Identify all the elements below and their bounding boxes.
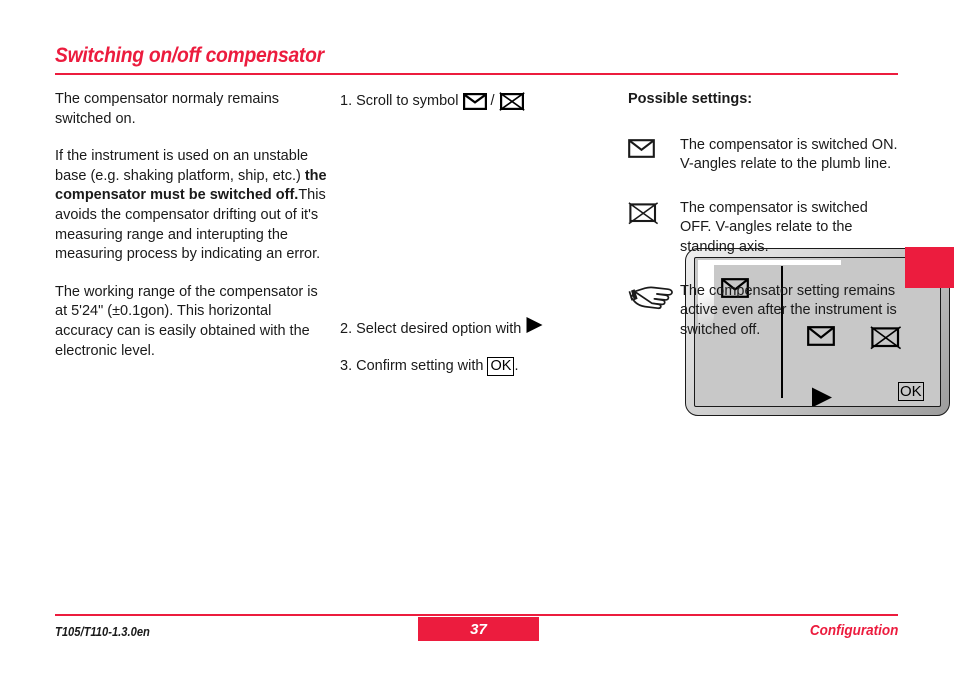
setting-text-note: The compensator setting remains active e… — [680, 282, 897, 338]
screen-ok-key[interactable]: OK — [898, 382, 924, 401]
setting-row-compensator-on: The compensator is switched ON. V-angles… — [628, 136, 900, 175]
setting-row-note: The compensator setting remains active e… — [628, 282, 900, 341]
step-3-number: 3. — [340, 358, 353, 374]
paragraph-intro: The compensator normaly remains switched… — [55, 91, 280, 127]
step-3-suffix: . — [514, 358, 519, 374]
pointing-hand-icon — [628, 282, 680, 320]
step-3-confirm-setting: 3. Confirm setting with OK . — [340, 355, 620, 377]
compensator-on-icon — [628, 136, 680, 165]
step-1-separator: / — [486, 93, 499, 109]
right-settings-column: Possible settings: The compensator is sw… — [628, 90, 900, 364]
step-2-number: 2. — [340, 320, 353, 337]
compensator-on-icon — [462, 92, 487, 110]
left-text-column: The compensator normaly remains switched… — [55, 90, 327, 379]
step-2-select-option: 2. Select desired option with — [340, 316, 620, 341]
ok-key-inline: OK — [487, 356, 515, 376]
step-1-label: Scroll to symbol — [356, 93, 463, 109]
chapter-side-tab — [905, 247, 954, 288]
paragraph-unstable-base-part1: If the instrument is used on an unstable… — [55, 148, 309, 184]
setting-text-compensator-on: The compensator is switched ON. V-angles… — [680, 136, 898, 173]
header-divider — [55, 73, 898, 75]
setting-text-compensator-off: The compensator is switched OFF. V-angle… — [680, 199, 868, 255]
paragraph-working-range: The working range of the compensator is … — [55, 283, 318, 359]
screen-play-triangle-icon[interactable] — [810, 386, 834, 406]
footer-page-number: 37 — [418, 617, 539, 641]
compensator-off-icon — [628, 199, 680, 232]
compensator-off-icon — [498, 91, 525, 111]
middle-instruction-column: 1. Scroll to symbol / OK 2. Select desir… — [340, 90, 950, 416]
step-1-number: 1. — [340, 93, 353, 109]
step-2-label: Select desired option with — [356, 320, 526, 337]
step-1-scroll-to-symbol: 1. Scroll to symbol / — [340, 90, 620, 112]
footer-divider — [55, 614, 898, 616]
page-title: Switching on/off compensator — [55, 44, 324, 67]
possible-settings-heading: Possible settings: — [628, 91, 753, 107]
setting-row-compensator-off: The compensator is switched OFF. V-angle… — [628, 199, 900, 258]
play-triangle-icon — [525, 316, 544, 341]
footer-section-name: Configuration — [809, 622, 898, 639]
paragraph-unstable-base: If the instrument is used on an unstable… — [55, 147, 327, 265]
step-3-label: Confirm setting with — [356, 358, 488, 374]
footer-document-code: T105/T110-1.3.0en — [55, 624, 150, 639]
